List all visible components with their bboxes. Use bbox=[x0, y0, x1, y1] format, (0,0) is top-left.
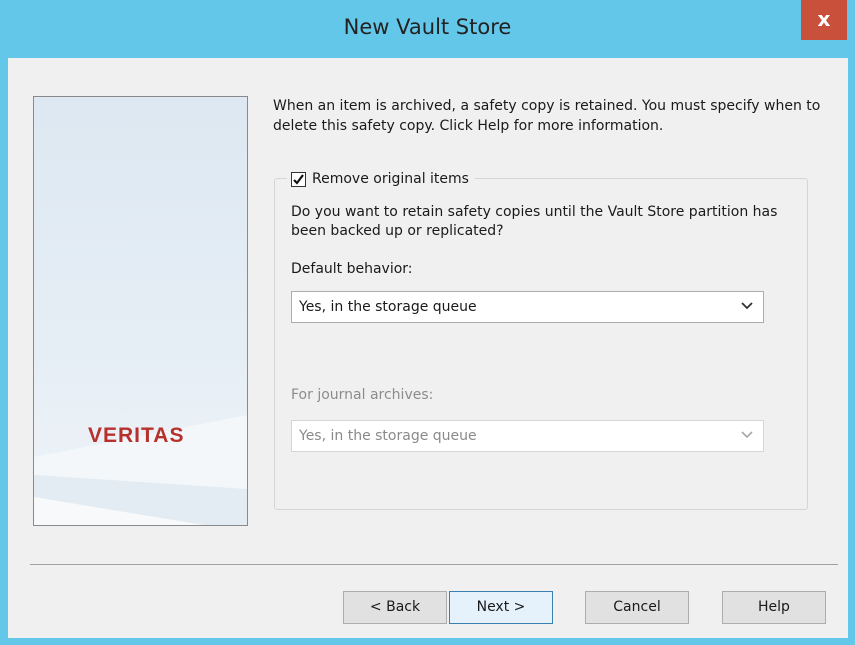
close-button[interactable]: x bbox=[801, 0, 847, 40]
default-behavior-value: Yes, in the storage queue bbox=[299, 299, 477, 315]
side-panel-graphic bbox=[34, 415, 247, 525]
remove-original-items-checkbox[interactable] bbox=[291, 171, 306, 187]
window-title: New Vault Store bbox=[343, 15, 512, 39]
retain-question: Do you want to retain safety copies unti… bbox=[291, 204, 778, 239]
remove-original-items-checkbox-row[interactable]: Remove original items bbox=[287, 168, 475, 190]
checkbox-label: Remove original items bbox=[312, 171, 469, 187]
help-button[interactable]: Help bbox=[722, 591, 826, 624]
journal-archives-value: Yes, in the storage queue bbox=[299, 428, 477, 444]
wizard-side-panel: VERITAS bbox=[33, 96, 248, 526]
title-bar[interactable]: New Vault Store x bbox=[0, 0, 855, 58]
chevron-down-icon bbox=[741, 302, 753, 310]
checkmark-icon bbox=[293, 173, 304, 185]
journal-archives-label: For journal archives: bbox=[291, 387, 434, 403]
default-behavior-label: Default behavior: bbox=[291, 261, 413, 277]
chevron-down-icon bbox=[741, 431, 753, 439]
default-behavior-select[interactable]: Yes, in the storage queue bbox=[291, 291, 764, 323]
footer-separator bbox=[30, 564, 838, 565]
back-button[interactable]: < Back bbox=[343, 591, 447, 624]
cancel-button[interactable]: Cancel bbox=[585, 591, 689, 624]
intro-text: When an item is archived, a safety copy … bbox=[273, 98, 821, 134]
veritas-logo: VERITAS bbox=[88, 424, 185, 447]
journal-archives-select: Yes, in the storage queue bbox=[291, 420, 764, 452]
next-button[interactable]: Next > bbox=[449, 591, 553, 624]
